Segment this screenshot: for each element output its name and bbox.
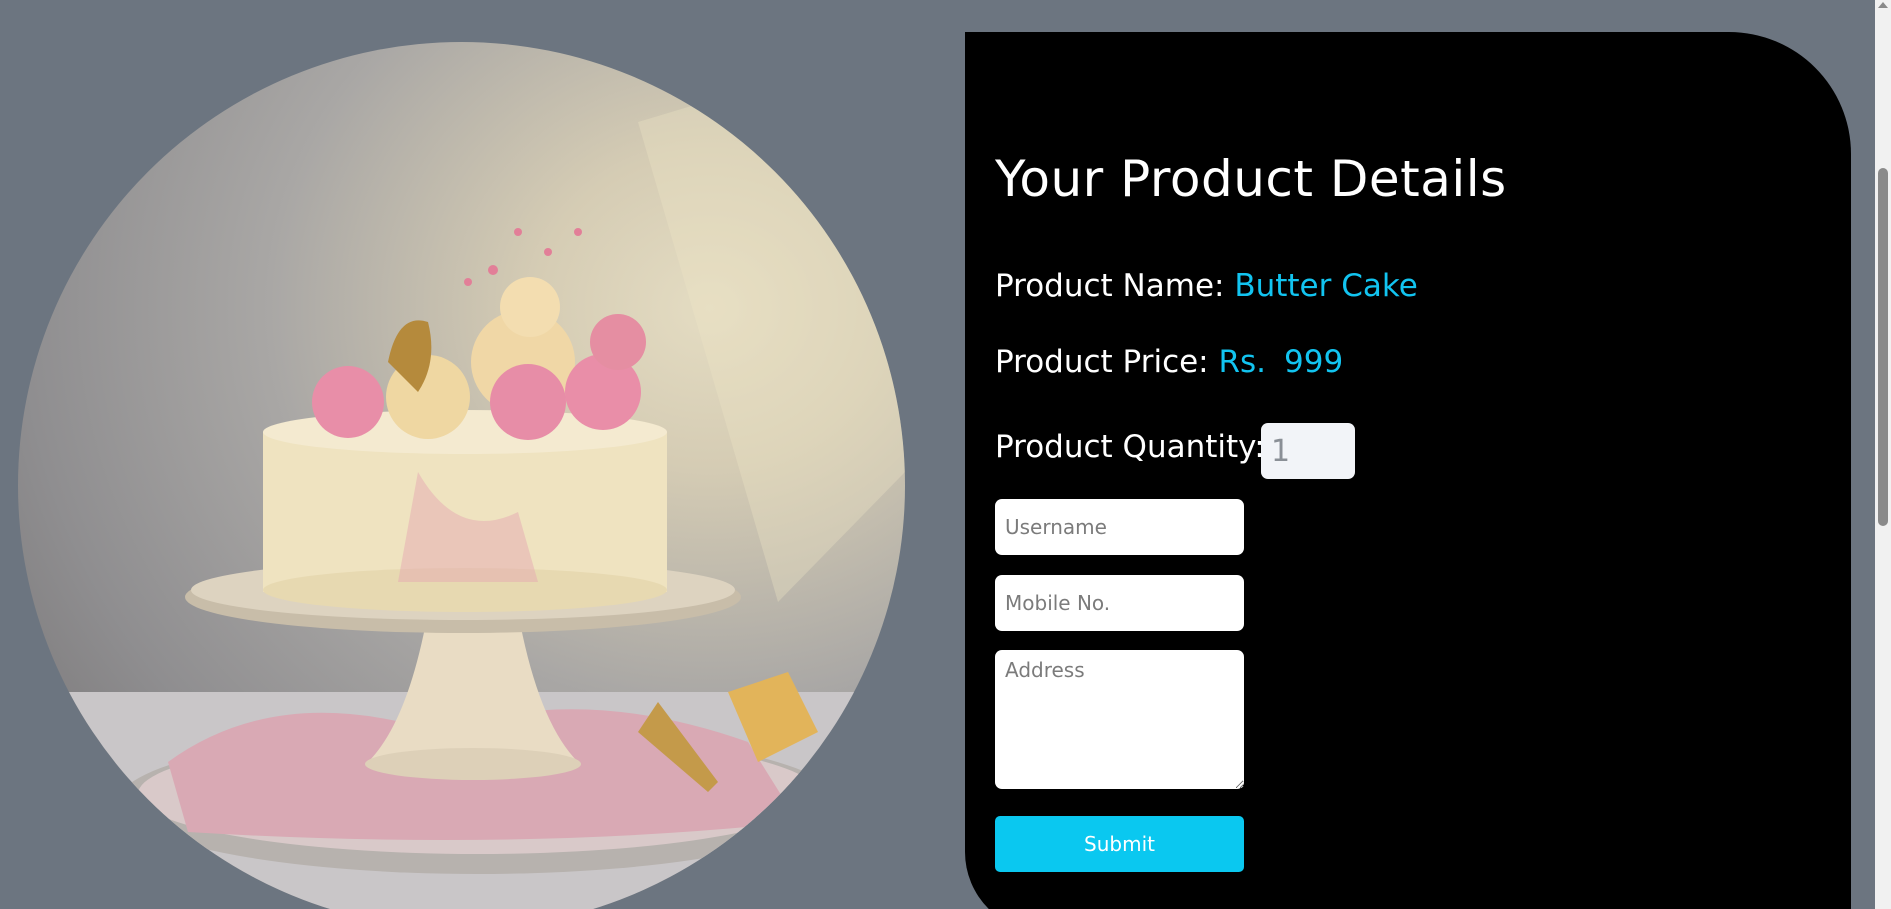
product-price-label: Product Price: — [995, 344, 1209, 380]
cake-illustration — [18, 42, 905, 909]
mobile-input[interactable] — [995, 575, 1244, 631]
page: Your Product Details Product Name: Butte… — [0, 0, 1891, 909]
product-price-value: 999 — [1284, 344, 1344, 380]
scrollbar-thumb[interactable] — [1878, 168, 1888, 526]
product-name-label: Product Name: — [995, 268, 1225, 304]
product-details-panel: Your Product Details Product Name: Butte… — [965, 32, 1851, 909]
product-price-row: Product Price: Rs. 999 — [995, 344, 1343, 380]
scrollbar[interactable] — [1875, 0, 1891, 909]
scroll-up-icon[interactable] — [1878, 2, 1888, 8]
submit-button[interactable]: Submit — [995, 816, 1244, 872]
product-quantity-label: Product Quantity: — [995, 429, 1265, 465]
username-input[interactable] — [995, 499, 1244, 555]
product-name-value: Butter Cake — [1234, 268, 1418, 304]
quantity-input[interactable] — [1261, 423, 1355, 479]
product-quantity-row: Product Quantity: — [995, 429, 1265, 465]
page-title: Your Product Details — [995, 150, 1507, 208]
price-currency: Rs. — [1218, 344, 1267, 380]
product-name-row: Product Name: Butter Cake — [995, 268, 1418, 304]
cake-photo — [18, 42, 905, 909]
address-textarea[interactable] — [995, 650, 1244, 789]
